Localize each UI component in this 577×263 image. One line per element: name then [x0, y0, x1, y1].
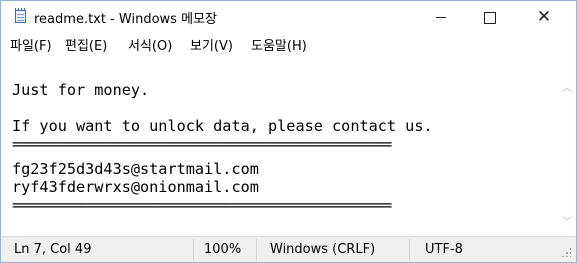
- text-line: fg23f25d3d43s@startmail.com: [12, 160, 259, 178]
- minimize-button[interactable]: [418, 1, 464, 32]
- menu-format[interactable]: 서식(O): [128, 35, 172, 54]
- vertical-scrollbar[interactable]: ︿ ﹀: [559, 75, 574, 236]
- chevron-up-icon[interactable]: ︿: [562, 84, 572, 94]
- notepad-window: readme.txt - Windows 메모장 ✕ 파일(F) 편집(E) 서…: [0, 0, 577, 263]
- notepad-icon[interactable]: [15, 8, 26, 23]
- title-bar[interactable]: readme.txt - Windows 메모장 ✕: [1, 1, 576, 32]
- chevron-down-icon[interactable]: ﹀: [562, 218, 572, 228]
- status-divider: [409, 239, 410, 261]
- status-bar: Ln 7, Col 49 100% Windows (CRLF) UTF-8: [1, 236, 576, 262]
- maximize-button[interactable]: [467, 1, 513, 32]
- menu-help[interactable]: 도움말(H): [251, 35, 307, 54]
- window-title: readme.txt - Windows 메모장: [34, 12, 217, 27]
- status-divider: [193, 239, 194, 261]
- line-ending: Windows (CRLF): [270, 242, 376, 257]
- text-line: ryf43fderwrxs@onionmail.com: [12, 178, 259, 196]
- status-divider: [256, 239, 257, 261]
- text-line: If you want to unlock data, please conta…: [12, 117, 433, 135]
- menu-view[interactable]: 보기(V): [190, 35, 233, 54]
- menu-file[interactable]: 파일(F): [10, 35, 52, 54]
- encoding: UTF-8: [425, 242, 463, 257]
- cursor-position: Ln 7, Col 49: [14, 242, 92, 257]
- close-button[interactable]: ✕: [521, 1, 567, 32]
- separator-line: ========================================…: [12, 196, 392, 214]
- menu-edit[interactable]: 편집(E): [65, 35, 107, 54]
- resize-grip-icon[interactable]: [561, 247, 571, 257]
- menu-bar: 파일(F) 편집(E) 서식(O) 보기(V) 도움말(H): [1, 32, 576, 54]
- text-line: Just for money.: [12, 81, 150, 99]
- minimize-icon: [436, 17, 446, 18]
- zoom-level: 100%: [204, 242, 242, 257]
- close-icon: ✕: [536, 7, 552, 27]
- separator-line: ========================================…: [12, 135, 392, 153]
- text-editor[interactable]: Just for money. If you want to unlock da…: [8, 55, 557, 234]
- maximize-icon: [484, 11, 496, 24]
